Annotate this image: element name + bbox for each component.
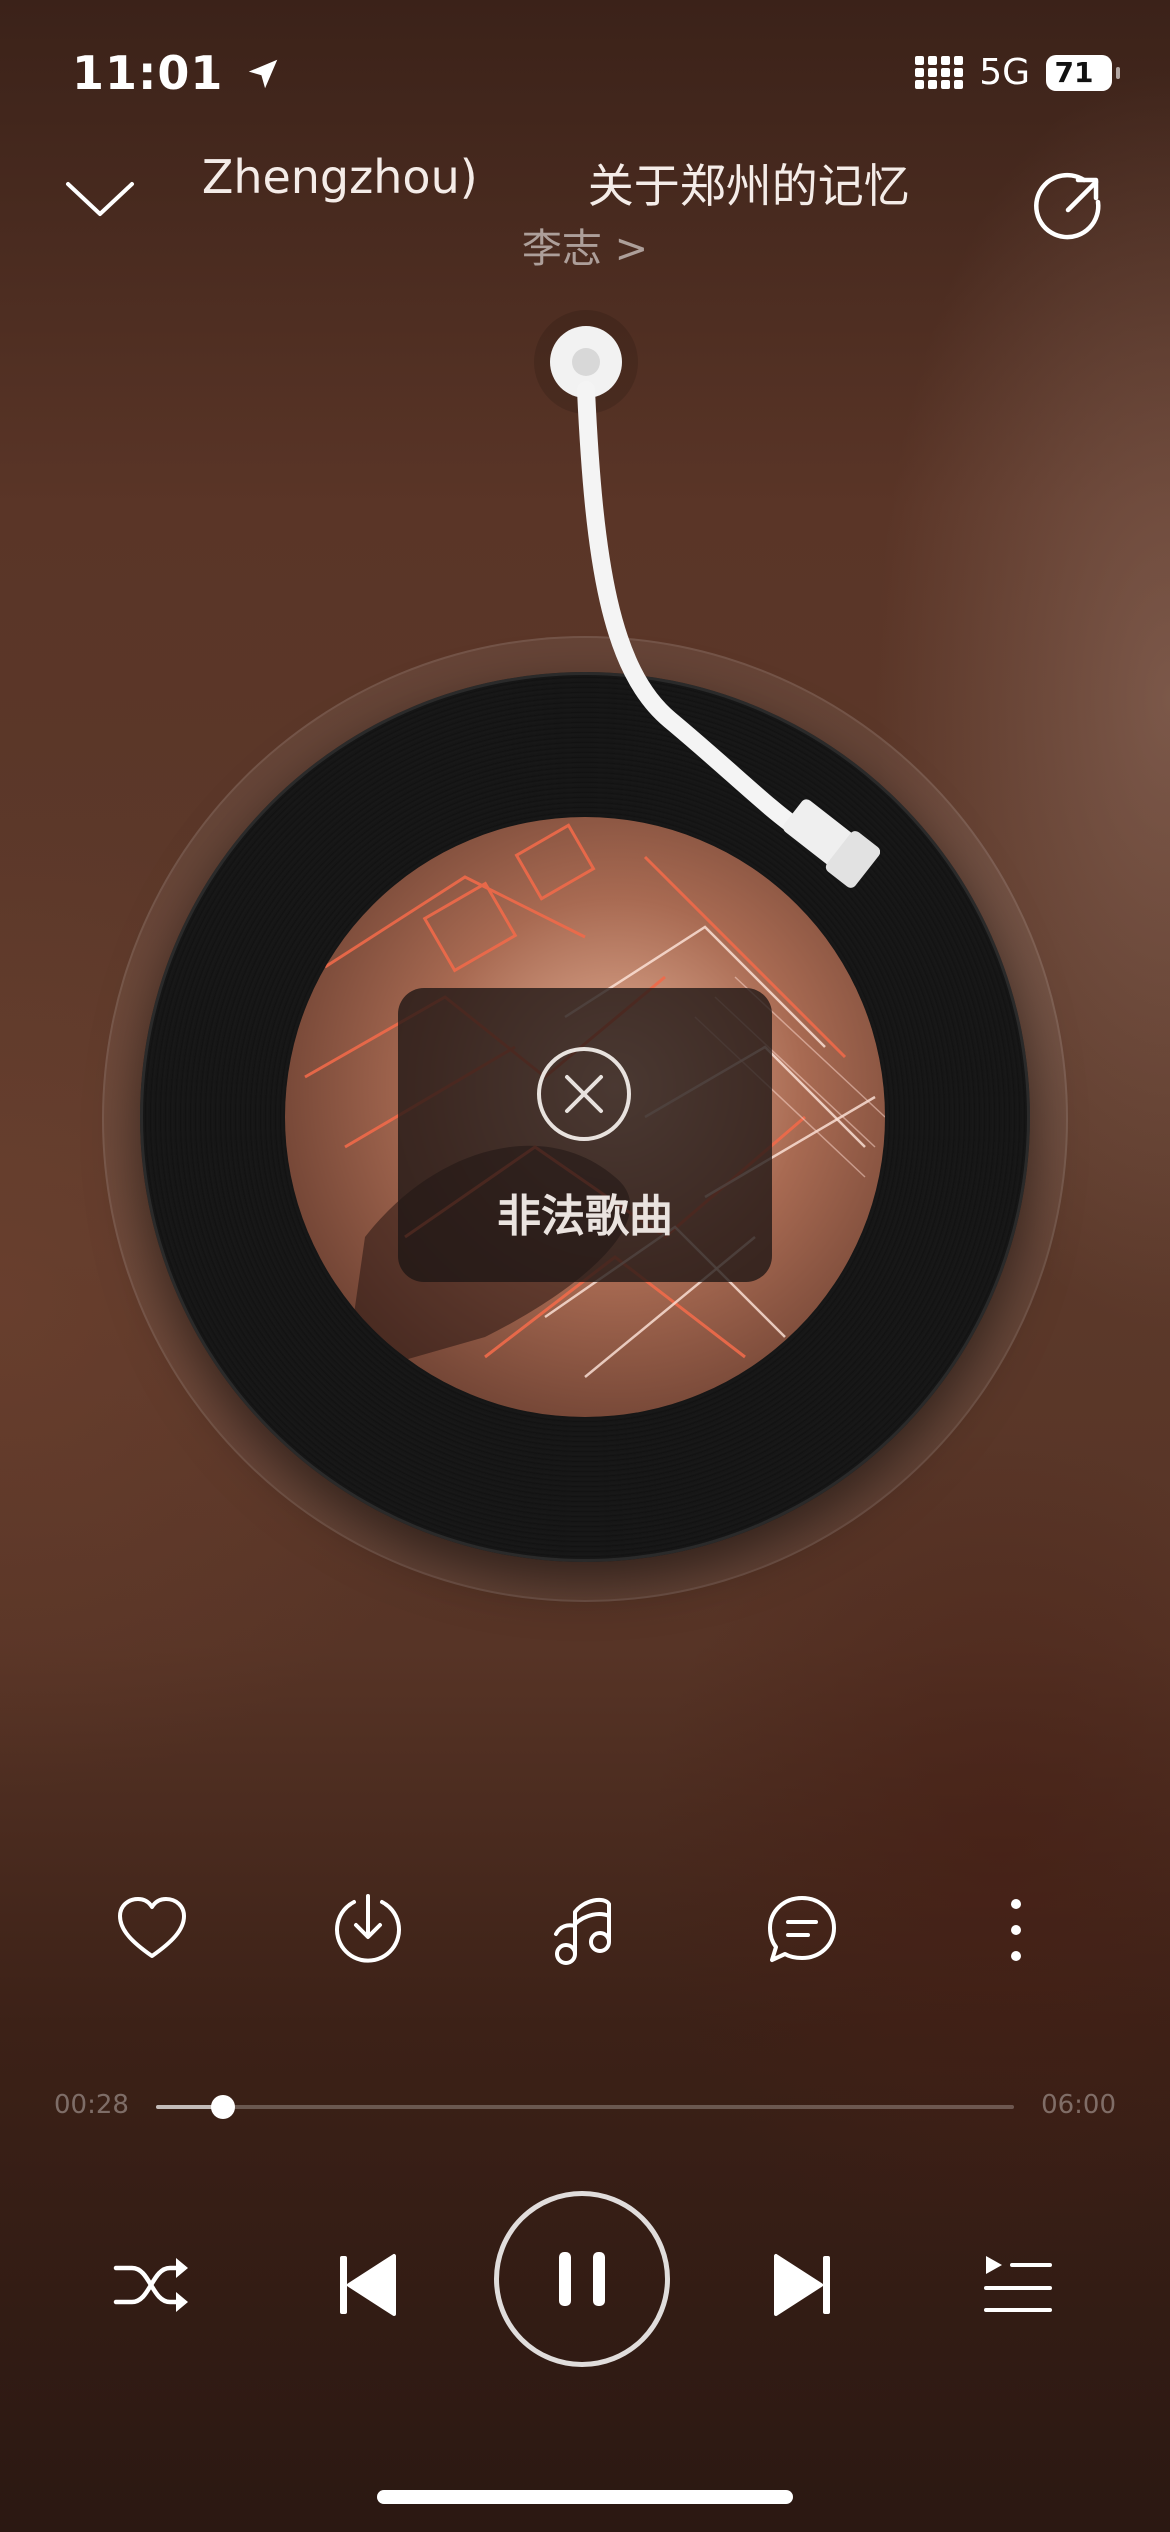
progress-slider[interactable] xyxy=(156,2095,1014,2119)
comments-button[interactable] xyxy=(762,1890,842,1970)
heart-icon xyxy=(118,1897,186,1958)
playlist-icon xyxy=(984,2256,1052,2312)
status-indicators: 5G 71 xyxy=(915,52,1120,93)
comment-icon xyxy=(768,1896,836,1962)
sound-effect-button[interactable] xyxy=(544,1890,624,1970)
pause-icon xyxy=(559,2252,605,2306)
network-type: 5G xyxy=(979,52,1030,93)
previous-button[interactable] xyxy=(322,2240,412,2330)
total-time: 06:00 xyxy=(1041,2090,1116,2120)
battery-icon: 71 xyxy=(1046,54,1120,91)
song-title-chinese: 关于郑州的记忆 xyxy=(587,159,910,210)
shuffle-icon xyxy=(113,2258,188,2312)
close-circle-icon xyxy=(537,1047,631,1141)
download-icon xyxy=(335,1894,401,1963)
pause-button[interactable] xyxy=(494,2191,670,2367)
more-vertical-icon xyxy=(1011,1899,1021,1961)
next-button[interactable] xyxy=(758,2240,848,2330)
skip-next-icon xyxy=(774,2254,830,2316)
status-time: 11:01 xyxy=(72,46,282,100)
skip-previous-icon xyxy=(340,2254,396,2316)
cellular-signal-icon xyxy=(915,56,964,89)
home-indicator[interactable] xyxy=(377,2490,793,2504)
song-title[interactable]: ut Zhengzhou) 关于郑州的记忆 xyxy=(200,150,970,210)
song-title-english-fragment: ut Zhengzhou) xyxy=(200,150,478,204)
invalid-song-message: 非法歌曲 xyxy=(497,1191,673,1242)
more-button[interactable] xyxy=(976,1890,1056,1970)
location-arrow-icon xyxy=(249,59,278,89)
current-time: 00:28 xyxy=(54,2090,129,2120)
invalid-song-overlay: 非法歌曲 xyxy=(398,988,772,1282)
tonearm xyxy=(534,310,880,888)
playlist-button[interactable] xyxy=(972,2240,1062,2330)
like-button[interactable] xyxy=(112,1890,192,1970)
shuffle-button[interactable] xyxy=(106,2240,196,2330)
progress-knob[interactable] xyxy=(210,2095,235,2119)
artist-link[interactable]: 李志 > xyxy=(0,216,1170,274)
music-note-icon xyxy=(554,1897,611,1965)
download-button[interactable] xyxy=(328,1890,408,1970)
